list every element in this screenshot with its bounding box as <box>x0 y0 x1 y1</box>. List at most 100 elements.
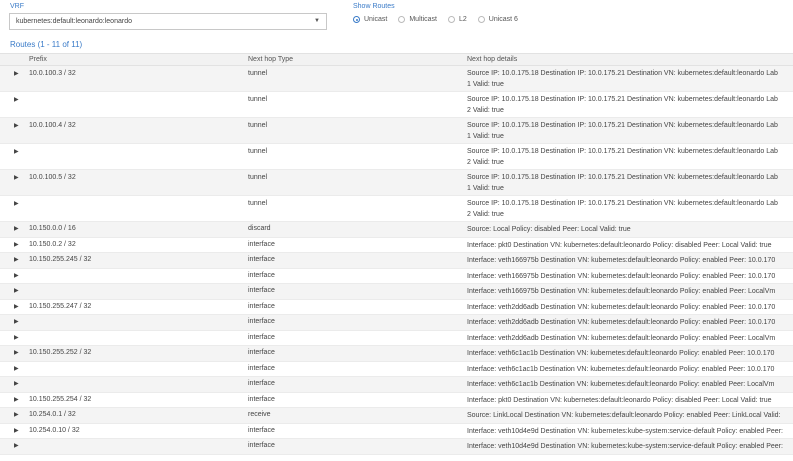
next-hop-details-cell: Interface: veth6c1ac1b Destination VN: k… <box>467 364 774 375</box>
next-hop-type-cell: interface <box>248 442 275 449</box>
grid-body: ▶ 10.0.100.3 / 32 tunnel Source IP: 10.0.17… <box>0 66 793 455</box>
next-hop-details-cell: Interface: veth6c1ac1b Destination VN: k… <box>467 348 774 359</box>
prefix-cell: 10.0.100.5 / 32 <box>29 174 76 181</box>
table-row[interactable]: ▶ 10.150.0.0 / 16 discard Source: Local Pol… <box>0 222 793 238</box>
expand-arrow-icon[interactable]: ▶ <box>14 287 19 294</box>
details-line: 2 Valid: true <box>467 107 504 114</box>
expand-arrow-icon[interactable]: ▶ <box>14 396 19 403</box>
expand-arrow-icon[interactable]: ▶ <box>14 334 19 341</box>
radio-circle-icon[interactable] <box>353 16 360 23</box>
table-row[interactable]: ▶ interface Interface: veth2dd6adb Destina… <box>0 315 793 331</box>
details-line: Interface: veth2dd6adb Destination VN: k… <box>467 334 776 342</box>
details-line: Source IP: 10.0.175.18 Destination IP: 1… <box>467 148 778 155</box>
table-row[interactable]: ▶ 10.0.100.3 / 32 tunnel Source IP: 10.0.17… <box>0 66 793 92</box>
details-line: 2 Valid: true <box>467 159 504 166</box>
prefix-cell: 10.150.255.247 / 32 <box>29 302 92 310</box>
radio-circle-icon[interactable] <box>477 16 485 23</box>
prefix-cell: 10.0.100.3 / 32 <box>29 70 76 77</box>
expand-arrow-icon[interactable]: ▶ <box>14 272 19 279</box>
expand-arrow-icon[interactable]: ▶ <box>14 365 19 372</box>
details-line: Source IP: 10.0.175.18 Destination IP: 1… <box>467 96 778 103</box>
next-hop-type-cell: tunnel <box>248 96 268 103</box>
next-hop-details-cell: Interface: veth2dd6adb Destination VN: k… <box>467 302 775 313</box>
prefix-cell: 10.254.0.1 / 32 <box>29 411 76 418</box>
next-hop-type-cell: interface <box>248 287 275 294</box>
vrf-select[interactable]: kubernetes:default:leonardo:leonardo ▼ <box>9 13 327 30</box>
details-line: 1 Valid: true <box>467 81 504 88</box>
details-line: Source: Local Policy: disabled Peer: Loc… <box>467 226 631 233</box>
next-hop-type-cell: interface <box>248 302 275 310</box>
next-hop-type-cell: tunnel <box>248 174 268 181</box>
table-row[interactable]: ▶ interface Interface: veth6c1ac1b Destina… <box>0 377 793 393</box>
table-row[interactable]: ▶ 10.150.255.245 / 32 interface Interface: … <box>0 253 793 269</box>
prefix-cell: 10.150.0.2 / 32 <box>29 240 76 248</box>
details-line: Interface: veth6c1ac1b Destination VN: k… <box>467 365 775 373</box>
radio-multicast[interactable]: Multicast <box>398 16 437 23</box>
radio-label: Unicast 6 <box>488 16 518 23</box>
table-row[interactable]: ▶ 10.254.0.10 / 32 interface Interface: vet… <box>0 424 793 439</box>
next-hop-type-cell: discard <box>248 225 271 232</box>
next-hop-details-cell: Source IP: 10.0.175.18 Destination IP: 1… <box>467 146 778 168</box>
prefix-cell: 10.150.255.252 / 32 <box>29 349 92 356</box>
details-line: Source IP: 10.0.175.18 Destination IP: 1… <box>467 174 778 181</box>
radio-l2[interactable]: L2 <box>447 16 467 23</box>
next-hop-details-cell: Interface: veth166975b Destination VN: k… <box>467 271 775 282</box>
details-line: Interface: veth166975b Destination VN: k… <box>467 272 776 280</box>
expand-arrow-icon[interactable]: ▶ <box>14 241 19 248</box>
expand-arrow-icon[interactable]: ▶ <box>14 122 19 129</box>
expand-arrow-icon[interactable]: ▶ <box>14 411 19 418</box>
details-line: Interface: veth166975b Destination VN: k… <box>467 288 776 295</box>
details-line: Interface: veth6c1ac1b Destination VN: k… <box>467 381 775 388</box>
expand-arrow-icon[interactable]: ▶ <box>14 442 19 449</box>
expand-arrow-icon[interactable]: ▶ <box>14 349 19 356</box>
radio-circle-icon[interactable] <box>447 16 455 23</box>
next-hop-details-cell: Source IP: 10.0.175.18 Destination IP: 1… <box>467 198 778 220</box>
next-hop-details-cell: Interface: veth2dd6adb Destination VN: k… <box>467 333 775 344</box>
details-line: Source IP: 10.0.175.18 Destination IP: 1… <box>467 200 778 207</box>
expand-arrow-icon[interactable]: ▶ <box>14 174 19 181</box>
table-row[interactable]: ▶ interface Interface: veth166975b Destina… <box>0 269 793 284</box>
table-row[interactable]: ▶ 10.254.0.1 / 32 receive Source: LinkLocal… <box>0 408 793 424</box>
radio-unicast-6[interactable]: Unicast 6 <box>477 16 518 23</box>
details-line: Interface: veth6c1ac1b Destination VN: k… <box>467 350 775 357</box>
expand-arrow-icon[interactable]: ▶ <box>14 225 19 232</box>
table-row[interactable]: ▶ 10.0.100.4 / 32 tunnel Source IP: 10.0.17… <box>0 118 793 144</box>
radio-circle-icon[interactable] <box>398 16 406 23</box>
details-line: Interface: pkt0 Destination VN: kubernet… <box>467 396 772 404</box>
details-line: 2 Valid: true <box>467 211 504 218</box>
table-row[interactable]: ▶ tunnel Source IP: 10.0.175.18 Destinatio… <box>0 144 793 170</box>
caret-down-icon: ▼ <box>314 18 320 24</box>
table-row[interactable]: ▶ interface Interface: veth6c1ac1b Destina… <box>0 362 793 377</box>
table-row[interactable]: ▶ 10.150.255.254 / 32 interface Interface: … <box>0 393 793 408</box>
expand-arrow-icon[interactable]: ▶ <box>14 427 19 434</box>
expand-arrow-icon[interactable]: ▶ <box>14 70 19 77</box>
expand-arrow-icon[interactable]: ▶ <box>14 303 19 310</box>
table-row[interactable]: ▶ tunnel Source IP: 10.0.175.18 Destinatio… <box>0 92 793 118</box>
expand-arrow-icon[interactable]: ▶ <box>14 380 19 387</box>
expand-arrow-icon[interactable]: ▶ <box>14 318 19 325</box>
column-header-prefix[interactable]: Prefix <box>29 56 47 63</box>
table-row[interactable]: ▶ interface Interface: veth166975b Destina… <box>0 284 793 300</box>
next-hop-type-cell: tunnel <box>248 200 268 207</box>
radio-label: L2 <box>458 16 467 23</box>
expand-arrow-icon[interactable]: ▶ <box>14 96 19 103</box>
next-hop-details-cell: Interface: pkt0 Destination VN: kubernet… <box>467 240 772 251</box>
table-row[interactable]: ▶ 10.150.0.2 / 32 interface Interface: pkt0… <box>0 238 793 253</box>
table-row[interactable]: ▶ tunnel Source IP: 10.0.175.18 Destinatio… <box>0 196 793 222</box>
table-row[interactable]: ▶ 10.150.255.252 / 32 interface Interface: … <box>0 346 793 362</box>
radio-unicast[interactable]: Unicast <box>353 16 387 23</box>
column-header-next-hop-details[interactable]: Next hop details <box>467 56 517 63</box>
table-row[interactable]: ▶ interface Interface: veth10d4e9d Destina… <box>0 439 793 455</box>
prefix-cell: 10.150.255.245 / 32 <box>29 256 92 263</box>
radio-label: Unicast <box>364 16 388 23</box>
table-row[interactable]: ▶ interface Interface: veth2dd6adb Destina… <box>0 331 793 346</box>
expand-arrow-icon[interactable]: ▶ <box>14 148 19 155</box>
expand-arrow-icon[interactable]: ▶ <box>14 256 19 263</box>
next-hop-type-cell: interface <box>248 426 275 434</box>
next-hop-details-cell: Source IP: 10.0.175.18 Destination IP: 1… <box>467 120 778 142</box>
column-header-next-hop-type[interactable]: Next hop Type <box>248 56 293 63</box>
table-row[interactable]: ▶ 10.150.255.247 / 32 interface Interface: … <box>0 300 793 315</box>
expand-arrow-icon[interactable]: ▶ <box>14 200 19 207</box>
routes-title: Routes (1 - 11 of 11) <box>10 40 83 49</box>
table-row[interactable]: ▶ 10.0.100.5 / 32 tunnel Source IP: 10.0.17… <box>0 170 793 196</box>
